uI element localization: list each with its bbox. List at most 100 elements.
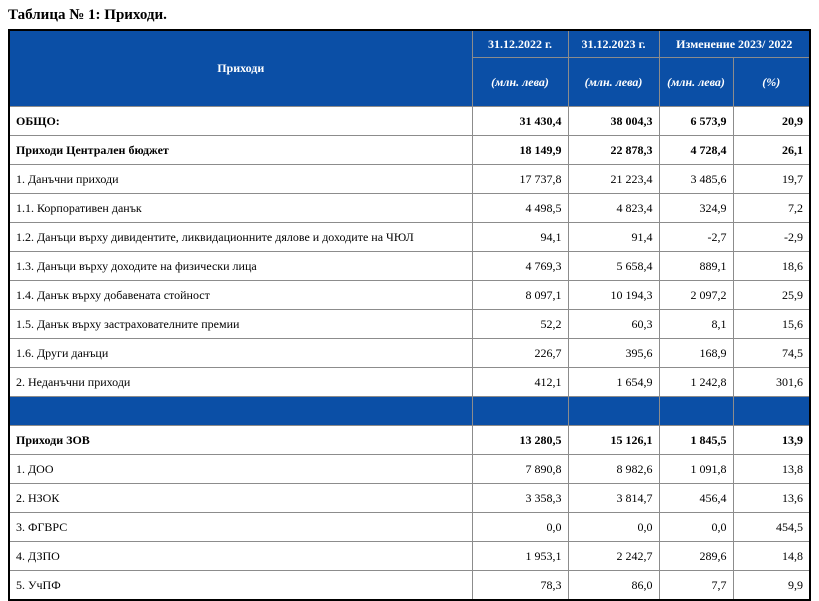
value-percent: -2,9 xyxy=(732,222,811,252)
value-2022: 17 737,8 xyxy=(471,164,569,194)
value-change: 289,6 xyxy=(658,541,734,571)
value-2022: 18 149,9 xyxy=(471,135,569,165)
value-percent: 13,9 xyxy=(732,425,811,455)
revenue-table: Приходи 31.12.2022 г. 31.12.2023 г. Изме… xyxy=(8,29,811,601)
row-label: 1.4. Данък върху добавената стойност xyxy=(8,280,473,310)
value-percent: 20,9 xyxy=(732,106,811,136)
value-change: 324,9 xyxy=(658,193,734,223)
value-2023: 22 878,3 xyxy=(567,135,660,165)
value-2023: 0,0 xyxy=(567,512,660,542)
value-2023: 86,0 xyxy=(567,570,660,601)
value-change: 456,4 xyxy=(658,483,734,513)
row-label: 1.1. Корпоративен данък xyxy=(8,193,473,223)
row-label: Приходи Централен бюджет xyxy=(8,135,473,165)
table-caption: Таблица № 1: Приходи. xyxy=(8,7,167,23)
value-2022: 7 890,8 xyxy=(471,454,569,484)
separator-cell xyxy=(658,396,734,426)
table-row: 1.4. Данък върху добавената стойност 8 0… xyxy=(8,280,811,310)
row-label: 1.2. Данъци върху дивидентите, ликвидаци… xyxy=(8,222,473,252)
separator-cell xyxy=(732,396,811,426)
value-change: 7,7 xyxy=(658,570,734,601)
row-label: 4. ДЗПО xyxy=(8,541,473,571)
table-row: 2. Неданъчни приходи 412,1 1 654,9 1 242… xyxy=(8,367,811,397)
value-change: 3 485,6 xyxy=(658,164,734,194)
section-separator-row xyxy=(8,396,811,426)
table-row: Приходи Централен бюджет 18 149,9 22 878… xyxy=(8,135,811,165)
value-percent: 14,8 xyxy=(732,541,811,571)
value-percent: 13,6 xyxy=(732,483,811,513)
value-2023: 38 004,3 xyxy=(567,106,660,136)
separator-cell xyxy=(8,396,473,426)
table-row: 1.3. Данъци върху доходите на физически … xyxy=(8,251,811,281)
value-percent: 15,6 xyxy=(732,309,811,339)
row-label: 1. ДОО xyxy=(8,454,473,484)
value-2022: 1 953,1 xyxy=(471,541,569,571)
row-label: 2. НЗОК xyxy=(8,483,473,513)
value-2023: 91,4 xyxy=(567,222,660,252)
value-change: 1 845,5 xyxy=(658,425,734,455)
value-2023: 1 654,9 xyxy=(567,367,660,397)
value-2022: 13 280,5 xyxy=(471,425,569,455)
row-label: 1. Данъчни приходи xyxy=(8,164,473,194)
row-label: 2. Неданъчни приходи xyxy=(8,367,473,397)
value-2022: 8 097,1 xyxy=(471,280,569,310)
value-2023: 395,6 xyxy=(567,338,660,368)
table-row: 2. НЗОК 3 358,3 3 814,7 456,4 13,6 xyxy=(8,483,811,513)
value-2023: 5 658,4 xyxy=(567,251,660,281)
value-2023: 8 982,6 xyxy=(567,454,660,484)
table-row: 5. УчПФ 78,3 86,0 7,7 9,9 xyxy=(8,570,811,601)
value-2023: 15 126,1 xyxy=(567,425,660,455)
value-change: 2 097,2 xyxy=(658,280,734,310)
value-2022: 4 769,3 xyxy=(471,251,569,281)
row-label: 1.5. Данък върху застрахователните преми… xyxy=(8,309,473,339)
value-change: 1 091,8 xyxy=(658,454,734,484)
table-row: 1.5. Данък върху застрахователните преми… xyxy=(8,309,811,339)
row-label: 5. УчПФ xyxy=(8,570,473,601)
value-percent: 13,8 xyxy=(732,454,811,484)
table-row: 1. ДОО 7 890,8 8 982,6 1 091,8 13,8 xyxy=(8,454,811,484)
header-unit-2022: (млн. лева) xyxy=(471,57,569,107)
separator-cell xyxy=(471,396,569,426)
header-date-2023: 31.12.2023 г. xyxy=(567,29,660,58)
value-2023: 3 814,7 xyxy=(567,483,660,513)
row-label: Приходи ЗОВ xyxy=(8,425,473,455)
value-2022: 4 498,5 xyxy=(471,193,569,223)
value-percent: 18,6 xyxy=(732,251,811,281)
value-2022: 412,1 xyxy=(471,367,569,397)
header-unit-change: (млн. лева) xyxy=(658,57,734,107)
value-change: 889,1 xyxy=(658,251,734,281)
row-label: 3. ФГВРС xyxy=(8,512,473,542)
row-label: 1.6. Други данъци xyxy=(8,338,473,368)
separator-cell xyxy=(567,396,660,426)
header-date-2022: 31.12.2022 г. xyxy=(471,29,569,58)
value-percent: 74,5 xyxy=(732,338,811,368)
value-change: 4 728,4 xyxy=(658,135,734,165)
value-change: 6 573,9 xyxy=(658,106,734,136)
value-2022: 0,0 xyxy=(471,512,569,542)
value-2022: 31 430,4 xyxy=(471,106,569,136)
table-row: 1. Данъчни приходи 17 737,8 21 223,4 3 4… xyxy=(8,164,811,194)
header-change: Изменение 2023/ 2022 xyxy=(658,29,811,58)
value-2022: 3 358,3 xyxy=(471,483,569,513)
value-2022: 52,2 xyxy=(471,309,569,339)
value-2023: 21 223,4 xyxy=(567,164,660,194)
header-unit-2023: (млн. лева) xyxy=(567,57,660,107)
value-2023: 60,3 xyxy=(567,309,660,339)
row-label: ОБЩО: xyxy=(8,106,473,136)
table-row: 1.1. Корпоративен данък 4 498,5 4 823,4 … xyxy=(8,193,811,223)
value-percent: 454,5 xyxy=(732,512,811,542)
value-percent: 7,2 xyxy=(732,193,811,223)
value-percent: 9,9 xyxy=(732,570,811,601)
value-2023: 2 242,7 xyxy=(567,541,660,571)
value-2023: 10 194,3 xyxy=(567,280,660,310)
value-2022: 78,3 xyxy=(471,570,569,601)
header-unit-percent: (%) xyxy=(732,57,811,107)
value-percent: 26,1 xyxy=(732,135,811,165)
table-row: 4. ДЗПО 1 953,1 2 242,7 289,6 14,8 xyxy=(8,541,811,571)
table-row: ОБЩО: 31 430,4 38 004,3 6 573,9 20,9 xyxy=(8,106,811,136)
table-row: Приходи ЗОВ 13 280,5 15 126,1 1 845,5 13… xyxy=(8,425,811,455)
value-2022: 226,7 xyxy=(471,338,569,368)
table-row: 3. ФГВРС 0,0 0,0 0,0 454,5 xyxy=(8,512,811,542)
table-row: 1.6. Други данъци 226,7 395,6 168,9 74,5 xyxy=(8,338,811,368)
table-row: 1.2. Данъци върху дивидентите, ликвидаци… xyxy=(8,222,811,252)
